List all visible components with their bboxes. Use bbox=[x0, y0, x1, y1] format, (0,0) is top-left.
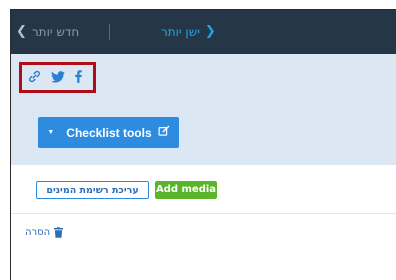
caret-down-icon: ▼ bbox=[47, 129, 55, 136]
page-frame: ❮ חדש יותר ישן יותר ❯ ▼ Checklist tools … bbox=[10, 9, 396, 280]
older-link[interactable]: ישן יותר ❯ bbox=[161, 24, 216, 40]
newer-label: חדש יותר bbox=[31, 25, 80, 39]
remove-label: הסרה bbox=[25, 227, 51, 238]
chevron-right-icon: ❯ bbox=[204, 24, 216, 39]
checklist-tools-button[interactable]: ▼ Checklist tools bbox=[38, 117, 179, 148]
older-label: ישן יותר bbox=[161, 25, 200, 39]
share-icons bbox=[28, 70, 82, 83]
remove-link[interactable]: הסרה bbox=[25, 223, 64, 242]
header-band: ▼ Checklist tools bbox=[11, 54, 396, 165]
trash-icon bbox=[54, 223, 64, 242]
facebook-icon[interactable] bbox=[75, 70, 82, 83]
newer-link[interactable]: ❮ חדש יותר bbox=[16, 24, 79, 40]
edit-species-list-button[interactable]: עריכת רשימת המינים bbox=[36, 181, 149, 199]
twitter-icon[interactable] bbox=[51, 70, 65, 83]
edit-icon bbox=[158, 125, 170, 140]
top-nav-bar: ❮ חדש יותר ישן יותר ❯ bbox=[11, 10, 396, 54]
add-media-button[interactable]: Add media bbox=[155, 181, 217, 199]
checklist-tools-label: Checklist tools bbox=[66, 125, 152, 140]
nav-divider bbox=[109, 24, 110, 40]
actions-row: עריכת רשימת המינים Add media bbox=[11, 165, 396, 214]
chevron-left-icon: ❮ bbox=[16, 24, 27, 39]
link-icon[interactable] bbox=[28, 70, 41, 83]
